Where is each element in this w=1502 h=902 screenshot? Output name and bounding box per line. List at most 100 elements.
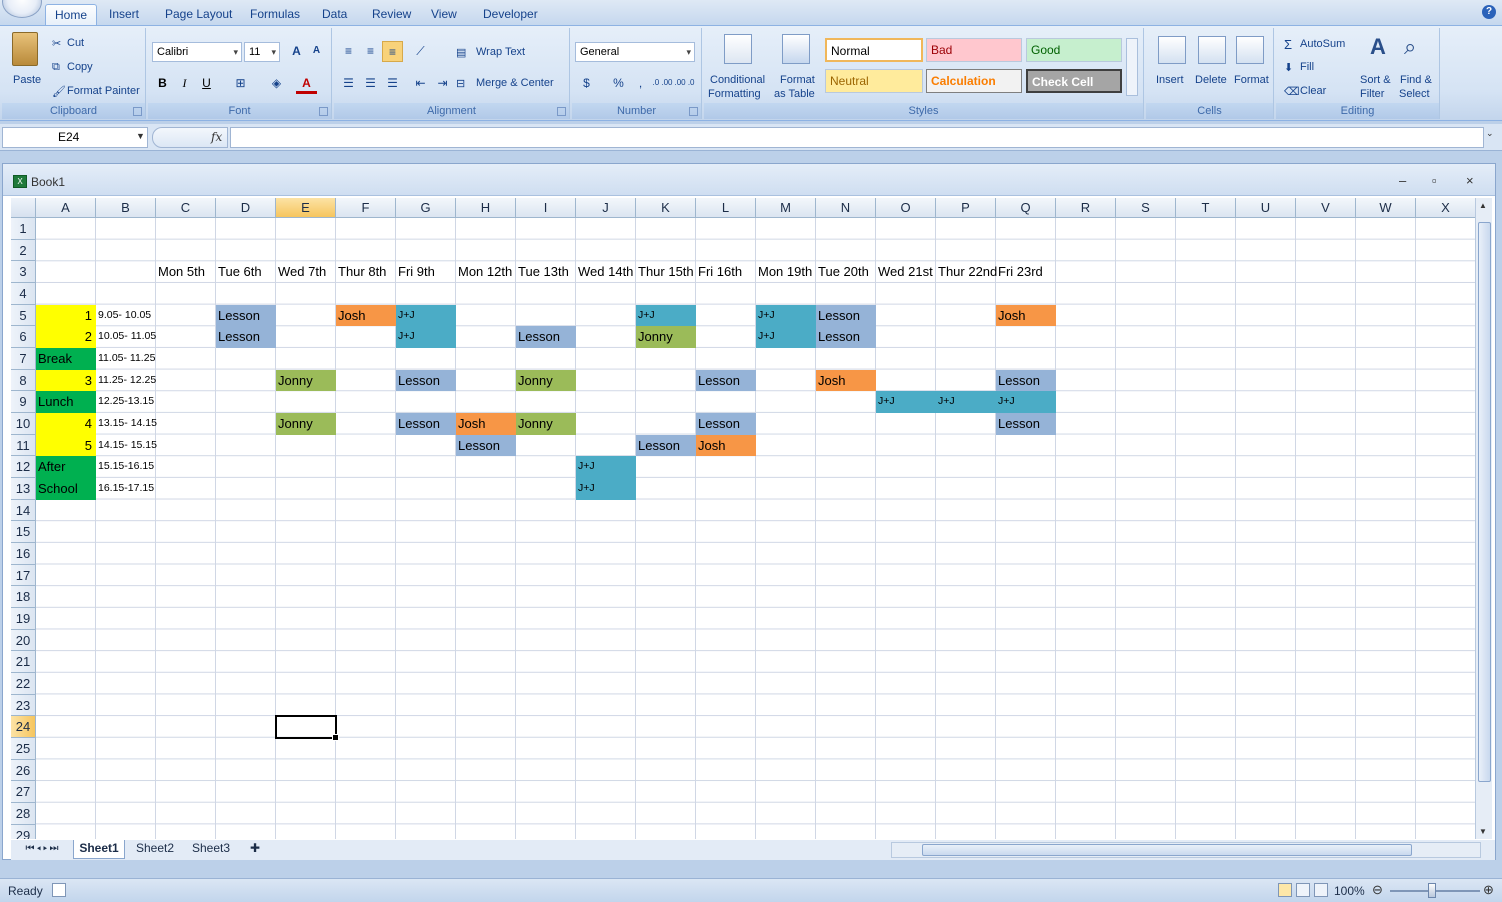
find-select-button[interactable]: Find & [1400,74,1432,86]
increase-indent-icon[interactable]: ⇥ [432,73,453,94]
column-header-f[interactable]: F [336,198,396,218]
cell-l10[interactable]: Lesson [696,413,756,435]
cell-i10[interactable]: Jonny [516,413,576,435]
row-header-26[interactable]: 26 [11,759,36,782]
font-launcher-icon[interactable] [319,107,328,116]
cell-l3[interactable]: Fri 16th [696,261,756,283]
page-break-view-icon[interactable] [1314,883,1328,897]
cell-a8[interactable]: 3 [36,369,96,392]
wrap-text-icon[interactable]: ▤ [456,46,466,59]
increase-decimal-button[interactable]: .0 .00 [652,73,673,94]
row-header-21[interactable]: 21 [11,651,36,673]
cell-a13[interactable]: School [36,478,96,500]
help-icon[interactable]: ? [1482,5,1496,19]
macro-record-icon[interactable] [52,883,66,897]
cell-n3[interactable]: Tue 20th [816,261,876,283]
cell-j3[interactable]: Wed 14th [576,261,636,283]
cell-g10[interactable]: Lesson [396,413,456,435]
cell-n6[interactable]: Lesson [816,326,876,348]
column-header-i[interactable]: I [516,198,576,218]
zoom-slider-knob[interactable] [1428,883,1436,898]
decrease-indent-icon[interactable]: ⇤ [410,73,431,94]
fill-button[interactable]: Fill [1300,61,1314,73]
paste-icon[interactable] [12,32,38,66]
cell-o9[interactable]: J+J [876,391,936,413]
column-header-g[interactable]: G [396,198,456,218]
column-header-n[interactable]: N [816,198,876,218]
format-as-table-button[interactable]: Format [780,74,815,86]
cell-h10[interactable]: Josh [456,413,516,435]
column-header-q[interactable]: Q [996,198,1056,218]
conditional-formatting-button[interactable]: Conditional [710,74,765,86]
cell-m3[interactable]: Mon 19th [756,261,816,283]
row-header-19[interactable]: 19 [11,608,36,630]
cell-e8[interactable]: Jonny [276,369,336,392]
cell-g3[interactable]: Fri 9th [396,261,456,283]
align-left-icon[interactable]: ☰ [338,73,359,94]
autosum-icon[interactable]: Σ [1284,37,1292,52]
cell-b10[interactable]: 13.15- 14.15 [96,413,157,435]
borders-icon[interactable]: ⊞ [230,73,251,94]
cell-p9[interactable]: J+J [936,391,996,413]
sheet-nav-icon[interactable]: ⏮◂▸⏭ [15,840,71,859]
grow-font-button[interactable]: A [286,41,307,62]
font-name-combo[interactable]: Calibri [152,42,242,62]
row-header-23[interactable]: 23 [11,694,36,717]
cell-b11[interactable]: 14.15- 15.15 [96,435,157,457]
zoom-in-icon[interactable]: ⊕ [1483,882,1494,898]
paste-button[interactable]: Paste [13,74,41,86]
tab-view[interactable]: View [422,4,466,26]
name-box[interactable]: E24 [2,127,148,148]
tab-developer[interactable]: Developer [474,4,547,26]
insert-cells-icon[interactable] [1158,36,1186,64]
cut-icon[interactable]: ✂ [52,37,61,50]
copy-button[interactable]: Copy [67,61,93,73]
row-header-6[interactable]: 6 [11,326,36,348]
fill-icon[interactable]: ⬇ [1284,61,1293,74]
scroll-up-icon[interactable]: ▲ [1479,201,1487,210]
merge-center-button[interactable]: Merge & Center [476,77,554,89]
autosum-button[interactable]: AutoSum [1300,38,1345,50]
cell-b13[interactable]: 16.15-17.15 [96,478,156,500]
cell-g5[interactable]: J+J [396,304,456,327]
column-header-l[interactable]: L [696,198,756,218]
row-header-15[interactable]: 15 [11,521,36,543]
cell-a11[interactable]: 5 [36,434,96,457]
cell-i8[interactable]: Jonny [516,369,576,392]
name-box-dropdown-icon[interactable]: ▼ [136,131,145,141]
tab-data[interactable]: Data [313,4,356,26]
currency-icon[interactable]: $ [576,73,597,94]
cell-area[interactable]: Mon 5th Tue 6th Wed 7th Thur 8th Fri 9th Mon … [36,218,1475,839]
format-cells-icon[interactable] [1236,36,1264,64]
column-header-m[interactable]: M [756,198,816,218]
cell-i3[interactable]: Tue 13th [516,261,576,283]
column-header-e[interactable]: E [276,198,336,218]
cell-a12[interactable]: After [36,456,96,478]
column-header-p[interactable]: P [936,198,996,218]
cell-p3[interactable]: Thur 22nd [936,261,997,283]
column-header-h[interactable]: H [456,198,516,218]
align-top-icon[interactable]: ≡ [338,41,359,62]
align-center-icon[interactable]: ☰ [360,73,381,94]
cell-l11[interactable]: Josh [696,434,756,457]
minimize-button[interactable]: – [1399,173,1406,188]
row-header-14[interactable]: 14 [11,499,36,522]
column-header-w[interactable]: W [1356,198,1416,218]
horizontal-scrollbar[interactable] [891,842,1481,858]
cell-d6[interactable]: Lesson [216,326,276,348]
cell-a9[interactable]: Lunch [36,391,96,413]
sort-filter-icon[interactable]: A [1370,34,1386,60]
column-header-a[interactable]: A [36,198,96,218]
font-color-button[interactable]: A [296,73,317,94]
cell-g6[interactable]: J+J [396,326,456,348]
cell-d3[interactable]: Tue 6th [216,261,276,283]
cell-a5[interactable]: 1 [36,304,96,327]
cell-q3[interactable]: Fri 23rd [996,261,1056,283]
cell-q5[interactable]: Josh [996,304,1056,327]
orientation-icon[interactable]: ⟋ [410,41,431,62]
restore-button[interactable]: ▫ [1432,173,1437,188]
cell-b8[interactable]: 11.25- 12.25 [96,370,156,392]
column-header-t[interactable]: T [1176,198,1236,218]
cell-e3[interactable]: Wed 7th [276,261,336,283]
sheet-tab-1[interactable]: Sheet1 [73,840,125,859]
